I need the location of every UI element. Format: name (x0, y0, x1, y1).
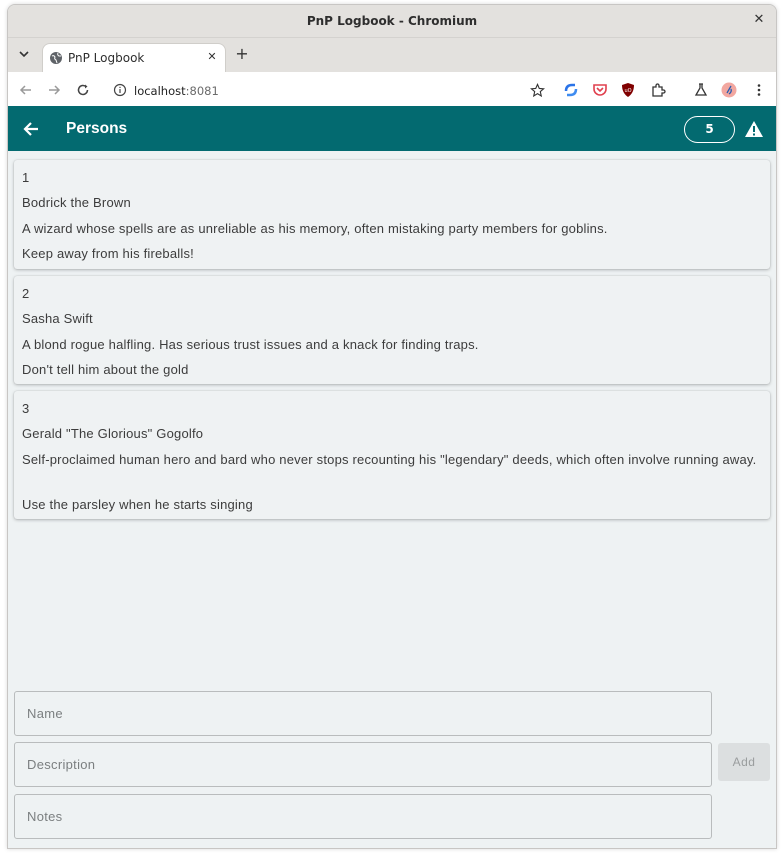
window-close-icon[interactable]: ✕ (751, 12, 767, 28)
person-description: A wizard whose spells are as unreliable … (22, 221, 608, 236)
tab-strip: PnP Logbook ✕ + (8, 38, 776, 73)
browser-menu-icon[interactable] (751, 82, 767, 98)
person-name: Gerald "The Glorious" Gogolfo (22, 426, 204, 441)
tab-search-chevron-icon[interactable] (16, 46, 32, 62)
person-notes: Keep away from his fireballs! (22, 246, 194, 261)
app-bar: Persons 5 (8, 106, 776, 151)
person-notes: Use the parsley when he starts singing (22, 497, 253, 512)
page-title: Persons (66, 120, 128, 137)
person-card[interactable]: 2 Sasha Swift A blond rogue halfling. Ha… (14, 276, 770, 384)
person-description: A blond rogue halfling. Has serious trus… (22, 337, 479, 352)
person-description: Self-proclaimed human hero and bard who … (22, 452, 757, 467)
notes-field[interactable] (14, 794, 712, 839)
tab-close-icon[interactable]: ✕ (205, 50, 219, 64)
pocket-icon[interactable] (592, 82, 608, 98)
name-field[interactable] (14, 691, 712, 736)
bookmark-star-icon[interactable] (530, 83, 545, 98)
browser-window: PnP Logbook - Chromium ✕ PnP Logbook ✕ + (7, 4, 777, 849)
labs-flask-icon[interactable] (693, 82, 709, 98)
title-bar: PnP Logbook - Chromium ✕ (8, 5, 776, 38)
reload-icon[interactable] (75, 82, 91, 98)
name-input[interactable] (15, 692, 711, 735)
person-name: Sasha Swift (22, 311, 93, 326)
ublock-shield-icon[interactable]: uO (620, 82, 636, 98)
back-nav-icon[interactable] (18, 82, 34, 98)
forward-nav-icon[interactable] (46, 82, 62, 98)
globe-icon (50, 52, 62, 64)
address-bar[interactable]: localhost:8081 (105, 77, 551, 104)
add-button[interactable]: Add (718, 743, 770, 781)
profile-avatar-icon[interactable] (721, 82, 737, 98)
person-name: Bodrick the Brown (22, 195, 131, 210)
extensions-puzzle-icon[interactable] (650, 82, 666, 98)
count-badge[interactable]: 5 (684, 116, 735, 143)
tab-title: PnP Logbook (68, 51, 145, 65)
window-title: PnP Logbook - Chromium (306, 14, 478, 28)
back-arrow-icon[interactable] (22, 120, 40, 138)
browser-toolbar: localhost:8081 uO (8, 72, 776, 109)
url-text: localhost:8081 (134, 84, 219, 98)
description-field[interactable] (14, 742, 712, 787)
site-info-icon[interactable] (113, 83, 127, 97)
person-card[interactable]: 1 Bodrick the Brown A wizard whose spell… (14, 160, 770, 269)
new-tab-icon[interactable]: + (234, 46, 250, 62)
svg-text:uO: uO (624, 88, 631, 94)
person-notes: Don't tell him about the gold (22, 362, 189, 377)
description-input[interactable] (15, 743, 711, 786)
notes-input[interactable] (15, 795, 711, 838)
sync-extension-icon[interactable] (563, 82, 579, 98)
warning-icon[interactable] (744, 120, 764, 138)
person-id: 2 (22, 286, 30, 301)
person-id: 1 (22, 170, 30, 185)
person-id: 3 (22, 401, 30, 416)
browser-tab[interactable]: PnP Logbook ✕ (42, 43, 226, 73)
person-card[interactable]: 3 Gerald "The Glorious" Gogolfo Self-pro… (14, 391, 770, 519)
